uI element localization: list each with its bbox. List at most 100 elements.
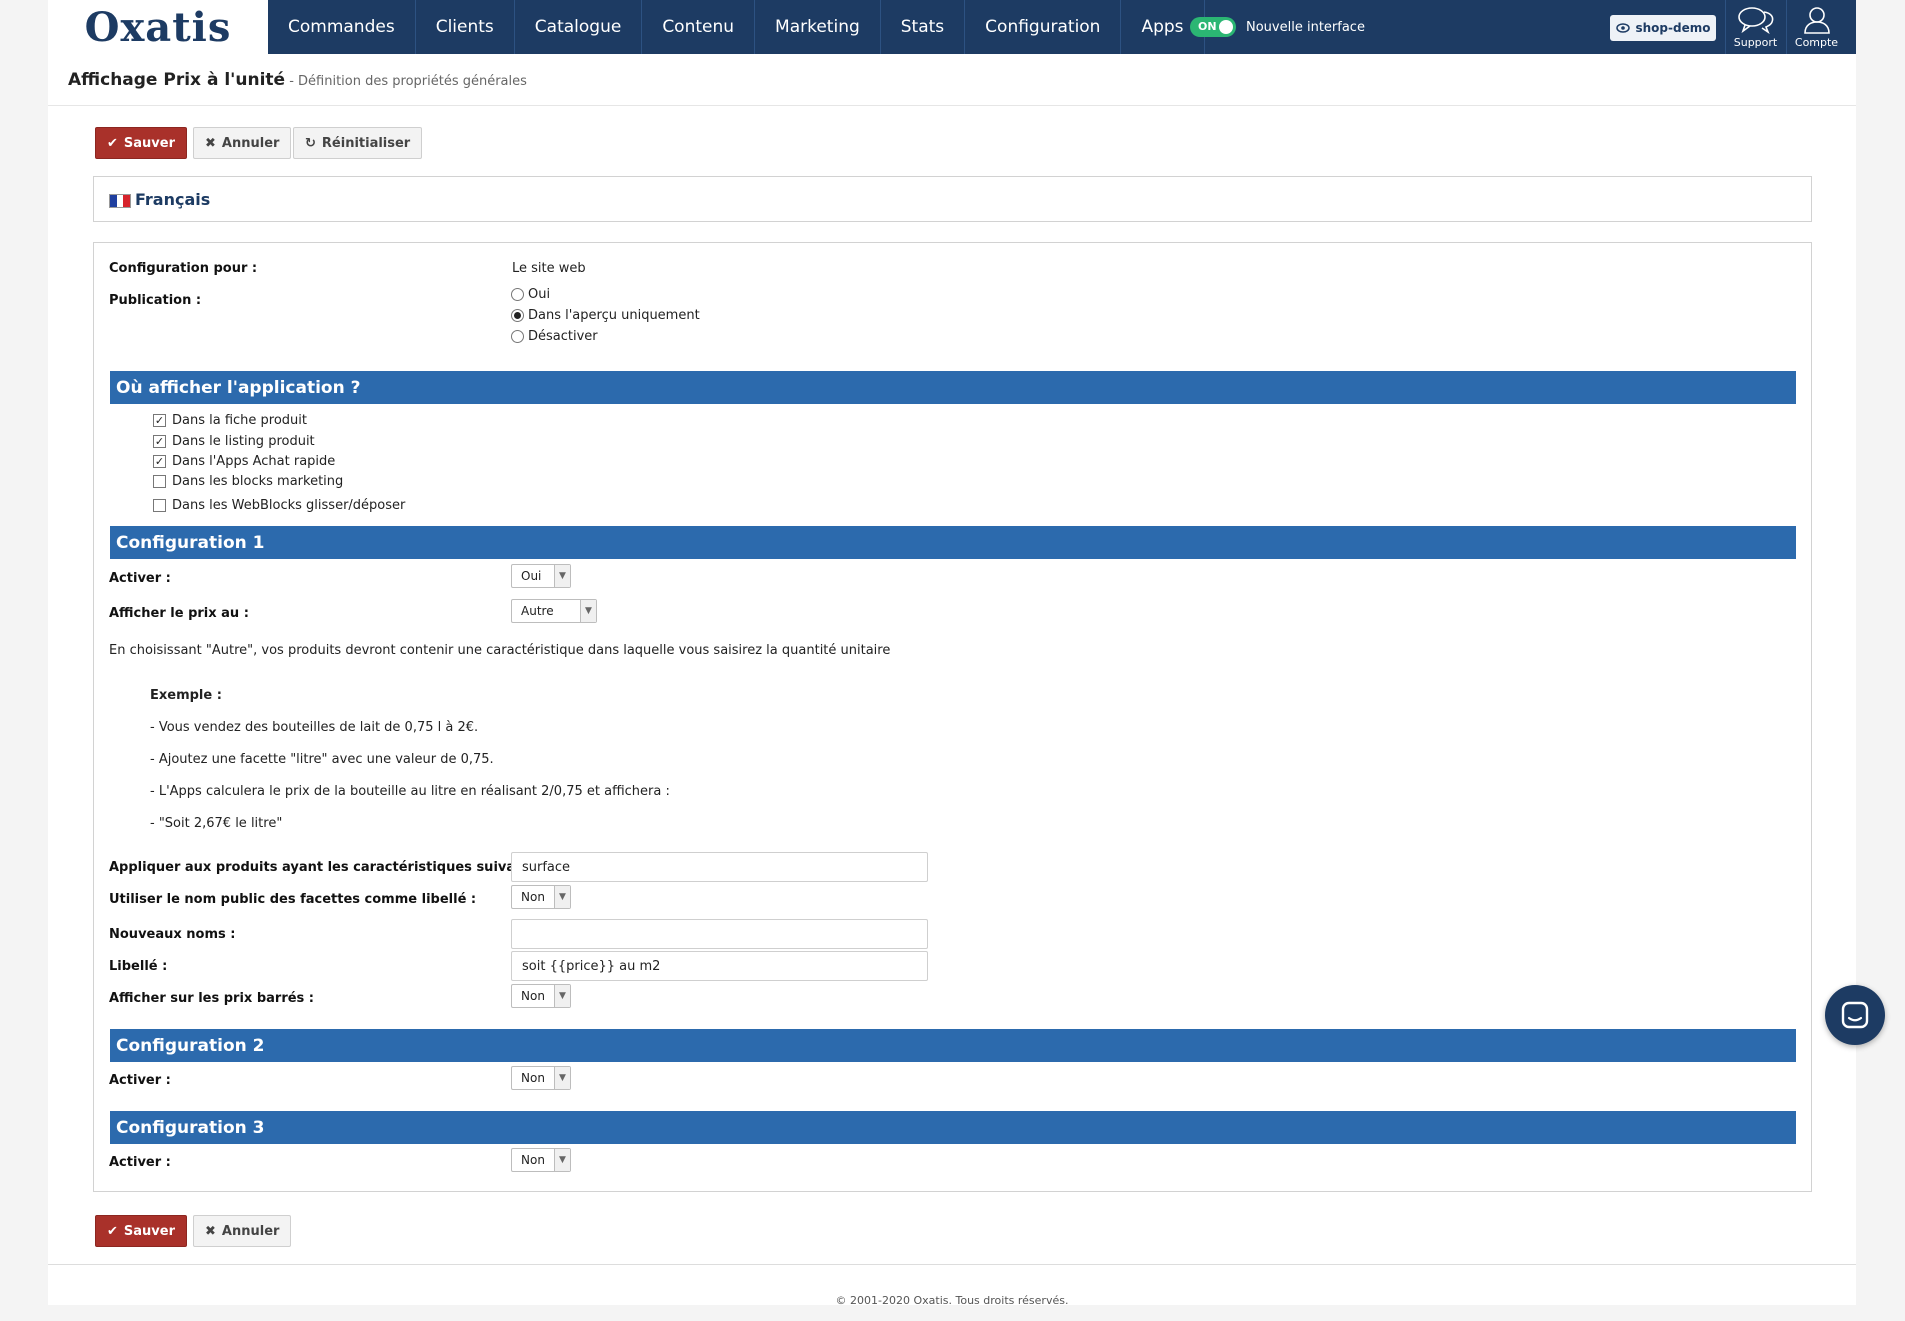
example-title: Exemple : bbox=[150, 688, 222, 703]
new-interface-toggle[interactable]: ON Nouvelle interface bbox=[1190, 17, 1365, 37]
config2-activer-select[interactable]: Non ▼ bbox=[511, 1066, 571, 1090]
chevron-down-icon: ▼ bbox=[554, 886, 570, 908]
form-panel: Configuration pour : Le site web Publica… bbox=[93, 242, 1812, 1192]
checkbox-listing-produit[interactable]: ✓ Dans le listing produit bbox=[153, 434, 315, 449]
config2-activer-label: Activer : bbox=[109, 1073, 171, 1088]
page-title-text: Affichage Prix à l'unité bbox=[68, 70, 286, 90]
checkbox[interactable]: ✓ bbox=[153, 455, 166, 468]
example-line: - L'Apps calculera le prix de la bouteil… bbox=[150, 784, 670, 799]
top-navbar: Oxatis Commandes Clients Catalogue Conte… bbox=[48, 0, 1856, 54]
features-label: Appliquer aux produits ayant les caracté… bbox=[109, 860, 557, 875]
chat-bubbles-icon bbox=[1737, 6, 1773, 34]
toggle-switch[interactable]: ON bbox=[1190, 17, 1236, 37]
public-name-label: Utiliser le nom public des facettes comm… bbox=[109, 892, 477, 907]
radio-label: Oui bbox=[528, 287, 551, 302]
title-bar: Affichage Prix à l'unité - Définition de… bbox=[48, 54, 1856, 106]
config-for-value: Le site web bbox=[512, 261, 586, 276]
page: Oxatis Commandes Clients Catalogue Conte… bbox=[48, 0, 1856, 1307]
config3-activer-select[interactable]: Non ▼ bbox=[511, 1148, 571, 1172]
checkbox[interactable]: ✓ bbox=[153, 435, 166, 448]
shop-demo-button[interactable]: shop-demo bbox=[1610, 15, 1716, 41]
check-icon: ✔ bbox=[107, 135, 118, 151]
chevron-down-icon: ▼ bbox=[554, 985, 570, 1007]
checkbox-label: Dans les WebBlocks glisser/déposer bbox=[172, 498, 406, 513]
features-input[interactable]: surface bbox=[511, 852, 928, 882]
radio-label: Désactiver bbox=[528, 329, 598, 344]
save-button[interactable]: ✔ Sauver bbox=[95, 127, 187, 159]
config3-section-header: Configuration 3 bbox=[110, 1111, 1796, 1144]
radio-button[interactable] bbox=[511, 288, 524, 301]
config3-activer-label: Activer : bbox=[109, 1155, 171, 1170]
publication-radio-preview[interactable]: Dans l'aperçu uniquement bbox=[511, 308, 700, 323]
page-title: Affichage Prix à l'unité - Définition de… bbox=[68, 70, 527, 90]
checkbox-fiche-produit[interactable]: ✓ Dans la fiche produit bbox=[153, 413, 307, 428]
chat-widget-button[interactable] bbox=[1825, 985, 1885, 1045]
config-for-label: Configuration pour : bbox=[109, 261, 258, 276]
reset-label: Réinitialiser bbox=[321, 135, 411, 151]
publication-label: Publication : bbox=[109, 293, 202, 308]
refresh-icon: ↻ bbox=[305, 135, 316, 151]
checkbox-webblocks[interactable]: Dans les WebBlocks glisser/déposer bbox=[153, 498, 405, 513]
new-names-label: Nouveaux noms : bbox=[109, 927, 236, 942]
checkbox-blocks-marketing[interactable]: Dans les blocks marketing bbox=[153, 474, 343, 489]
select-value: Non bbox=[521, 1071, 545, 1085]
nav-stats[interactable]: Stats bbox=[881, 0, 966, 54]
nav-clients[interactable]: Clients bbox=[416, 0, 515, 54]
example-line: - Ajoutez une facette "litre" avec une v… bbox=[150, 752, 494, 767]
config1-activer-select[interactable]: Oui ▼ bbox=[511, 564, 571, 588]
eye-icon bbox=[1615, 23, 1630, 33]
nav-catalogue[interactable]: Catalogue bbox=[515, 0, 643, 54]
config1-price-label: Afficher le prix au : bbox=[109, 606, 249, 621]
chat-icon bbox=[1841, 1001, 1869, 1029]
checkbox-label: Dans l'Apps Achat rapide bbox=[172, 454, 336, 469]
publication-radio-oui[interactable]: Oui bbox=[511, 287, 550, 302]
config2-section-header: Configuration 2 bbox=[110, 1029, 1796, 1062]
cancel-label: Annuler bbox=[221, 135, 280, 151]
radio-button[interactable] bbox=[511, 309, 524, 322]
copyright-text: © 2001-2020 Oxatis. Tous droits réservés… bbox=[835, 1294, 1069, 1307]
checkbox-label: Dans les blocks marketing bbox=[172, 474, 344, 489]
toggle-knob bbox=[1219, 20, 1233, 34]
radio-button[interactable] bbox=[511, 330, 524, 343]
config1-section-header: Configuration 1 bbox=[110, 526, 1796, 559]
support-button[interactable]: Support bbox=[1725, 0, 1785, 54]
checkbox[interactable] bbox=[153, 475, 166, 488]
checkbox[interactable]: ✓ bbox=[153, 414, 166, 427]
nav-configuration[interactable]: Configuration bbox=[965, 0, 1122, 54]
nav-marketing[interactable]: Marketing bbox=[755, 0, 881, 54]
publication-radio-disable[interactable]: Désactiver bbox=[511, 329, 598, 344]
radio-label: Dans l'aperçu uniquement bbox=[528, 308, 700, 323]
french-flag-icon bbox=[109, 194, 131, 208]
logo[interactable]: Oxatis bbox=[48, 0, 268, 54]
select-value: Non bbox=[521, 989, 545, 1003]
strike-price-label: Afficher sur les prix barrés : bbox=[109, 991, 315, 1006]
checkbox-achat-rapide[interactable]: ✓ Dans l'Apps Achat rapide bbox=[153, 454, 335, 469]
checkbox[interactable] bbox=[153, 499, 166, 512]
save-label: Sauver bbox=[123, 135, 175, 151]
select-value: Non bbox=[521, 890, 545, 904]
support-label: Support bbox=[1733, 35, 1778, 49]
chevron-down-icon: ▼ bbox=[554, 1067, 570, 1089]
config1-help-text: En choisissant "Autre", vos produits dev… bbox=[109, 643, 891, 658]
where-section-header: Où afficher l'application ? bbox=[110, 371, 1796, 404]
user-icon bbox=[1803, 6, 1830, 34]
language-label[interactable]: Français bbox=[135, 190, 210, 209]
config1-price-select[interactable]: Autre ▼ bbox=[511, 599, 597, 623]
select-value: Oui bbox=[521, 569, 542, 583]
cancel-button[interactable]: ✖ Annuler bbox=[193, 127, 292, 159]
select-value: Autre bbox=[521, 604, 554, 618]
new-names-input[interactable] bbox=[511, 919, 928, 949]
nav-contenu[interactable]: Contenu bbox=[642, 0, 756, 54]
strike-price-select[interactable]: Non ▼ bbox=[511, 984, 571, 1008]
close-icon: ✖ bbox=[205, 1223, 216, 1239]
account-button[interactable]: Compte bbox=[1786, 0, 1846, 54]
check-icon: ✔ bbox=[107, 1223, 118, 1239]
save-button-bottom[interactable]: ✔ Sauver bbox=[95, 1215, 187, 1247]
cancel-button-bottom[interactable]: ✖ Annuler bbox=[193, 1215, 292, 1247]
chevron-down-icon: ▼ bbox=[580, 600, 596, 622]
libelle-input[interactable]: soit {{price}} au m2 bbox=[511, 951, 928, 981]
reset-button[interactable]: ↻ Réinitialiser bbox=[293, 127, 423, 159]
public-name-select[interactable]: Non ▼ bbox=[511, 885, 571, 909]
example-line: - "Soit 2,67€ le litre" bbox=[150, 816, 283, 831]
nav-commandes[interactable]: Commandes bbox=[268, 0, 416, 54]
